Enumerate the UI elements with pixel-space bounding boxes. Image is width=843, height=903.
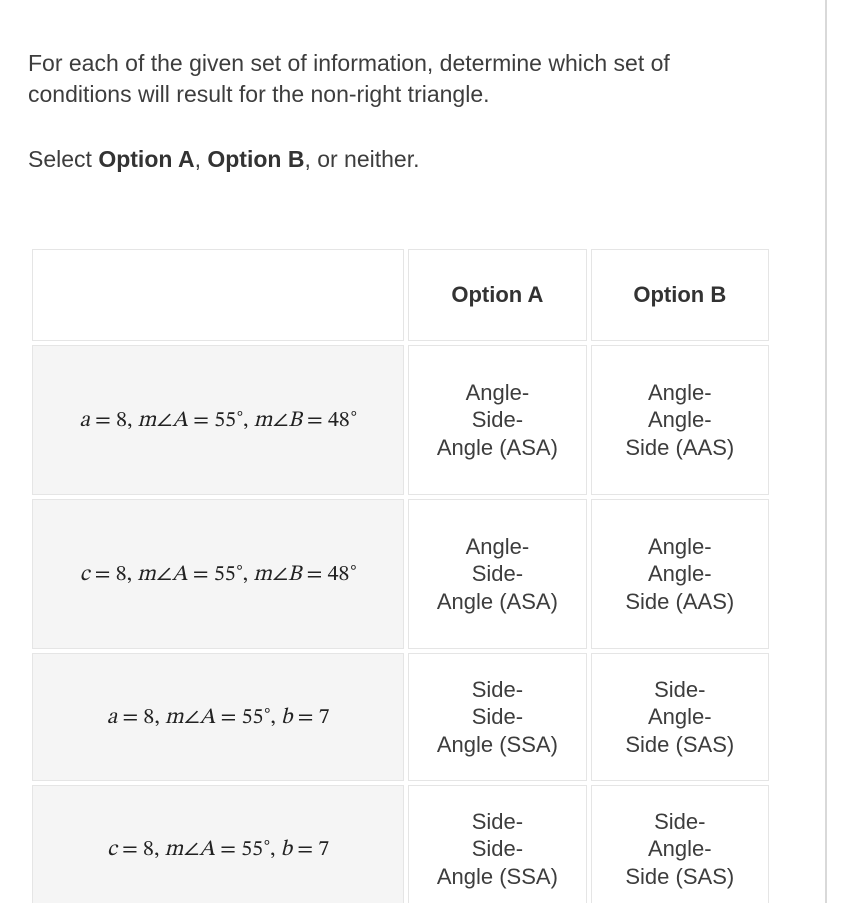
prompt2-optB: Option B (207, 146, 304, 172)
header-given (32, 249, 404, 341)
given-math: a = 8, m∠A = 55∘, m∠B = 48∘ (79, 410, 357, 432)
option-a-cell[interactable]: Angle-Side-Angle (ASA) (408, 499, 586, 649)
given-cell: c = 8, m∠A = 55∘, m∠B = 48∘ (32, 499, 404, 649)
option-b-label: Angle-Angle-Side (AAS) (625, 533, 734, 616)
given-math: a = 8, m∠A = 55∘, b = 7 (107, 707, 330, 729)
option-a-label: Side-Side-Angle (SSA) (437, 676, 558, 759)
table-header-row: Option A Option B (32, 249, 769, 341)
prompt2-pre: Select (28, 146, 98, 172)
given-math: c = 8, m∠A = 55∘, b = 7 (107, 839, 329, 861)
prompt2-sep: , (195, 146, 208, 172)
option-b-cell[interactable]: Angle-Angle-Side (AAS) (591, 499, 769, 649)
table-row: c = 8, m∠A = 55∘, m∠B = 48∘ Angle-Side-A… (32, 499, 769, 649)
table-row: a = 8, m∠A = 55∘, b = 7 Side-Side-Angle … (32, 653, 769, 781)
page-right-rule (825, 0, 827, 903)
header-option-b[interactable]: Option B (591, 249, 769, 341)
question-prompt-2: Select Option A, Option B, or neither. (28, 144, 815, 175)
option-a-label: Angle-Side-Angle (ASA) (437, 533, 558, 616)
option-a-cell[interactable]: Angle-Side-Angle (ASA) (408, 345, 586, 495)
given-cell: a = 8, m∠A = 55∘, m∠B = 48∘ (32, 345, 404, 495)
prompt2-post: , or neither. (304, 146, 419, 172)
option-a-label: Side-Side-Angle (SSA) (437, 808, 558, 891)
given-cell: c = 8, m∠A = 55∘, b = 7 (32, 785, 404, 903)
option-b-label: Side-Angle-Side (SAS) (625, 808, 734, 891)
table-row: a = 8, m∠A = 55∘, m∠B = 48∘ Angle-Side-A… (32, 345, 769, 495)
option-a-cell[interactable]: Side-Side-Angle (SSA) (408, 785, 586, 903)
option-b-label: Side-Angle-Side (SAS) (625, 676, 734, 759)
option-b-cell[interactable]: Side-Angle-Side (SAS) (591, 785, 769, 903)
question-prompt-1: For each of the given set of information… (28, 48, 728, 110)
option-b-cell[interactable]: Side-Angle-Side (SAS) (591, 653, 769, 781)
given-cell: a = 8, m∠A = 55∘, b = 7 (32, 653, 404, 781)
given-math: c = 8, m∠A = 55∘, m∠B = 48∘ (80, 564, 357, 586)
table-row: c = 8, m∠A = 55∘, b = 7 Side-Side-Angle … (32, 785, 769, 903)
conditions-table: Option A Option B a = 8, m∠A = 55∘, m∠B … (28, 245, 773, 903)
option-a-cell[interactable]: Side-Side-Angle (SSA) (408, 653, 586, 781)
header-option-a[interactable]: Option A (408, 249, 586, 341)
option-b-cell[interactable]: Angle-Angle-Side (AAS) (591, 345, 769, 495)
option-b-label: Angle-Angle-Side (AAS) (625, 379, 734, 462)
prompt2-optA: Option A (98, 146, 194, 172)
option-a-label: Angle-Side-Angle (ASA) (437, 379, 558, 462)
